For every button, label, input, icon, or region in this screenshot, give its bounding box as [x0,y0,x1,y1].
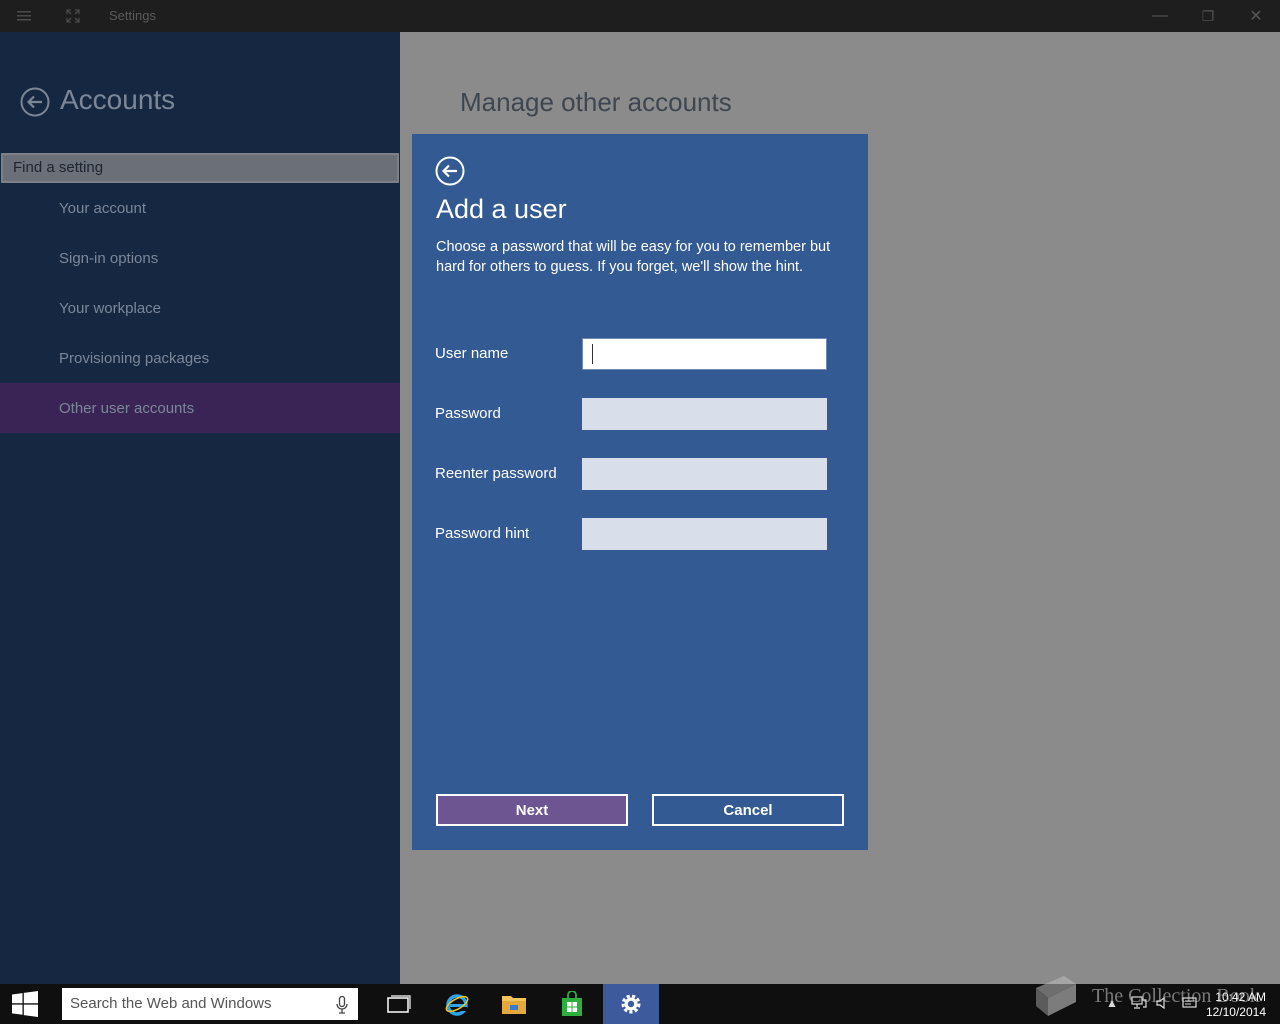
password-label: Password [435,405,501,422]
next-button[interactable]: Next [436,794,628,826]
internet-explorer-button[interactable] [429,984,485,1024]
minimize-button[interactable]: — [1137,0,1183,32]
settings-button[interactable] [603,984,659,1024]
file-explorer-button[interactable] [486,984,542,1024]
fullscreen-icon[interactable] [63,6,83,26]
cancel-button[interactable]: Cancel [652,794,844,826]
start-button[interactable] [0,984,50,1024]
sidebar-item-other-user-accounts[interactable]: Other user accounts [0,383,400,433]
sidebar-item-your-workplace[interactable]: Your workplace [0,283,400,333]
back-arrow-icon[interactable] [20,87,50,117]
taskbar-search-input[interactable]: Search the Web and Windows [62,988,358,1020]
reenter-password-label: Reenter password [435,465,557,482]
sidebar-item-your-account[interactable]: Your account [0,183,400,233]
taskbar-search-placeholder: Search the Web and Windows [70,995,272,1012]
user-name-field[interactable] [582,338,827,370]
store-icon [562,991,582,1016]
folder-icon [502,996,526,1014]
section-title: Manage other accounts [460,87,732,117]
microphone-icon[interactable] [336,996,348,1014]
reenter-password-field[interactable] [582,458,827,490]
dialog-title: Add a user [436,194,567,224]
book-icon [1036,976,1076,1016]
password-hint-label: Password hint [435,525,530,542]
dialog-back-arrow-icon[interactable] [435,156,465,186]
windows-logo-icon [12,991,38,1017]
sidebar-item-sign-in-options[interactable]: Sign-in options [0,233,400,283]
find-setting-input[interactable]: Find a setting [1,153,399,183]
restore-button[interactable]: ❐ [1185,0,1231,32]
internet-explorer-icon [445,994,469,1016]
password-field[interactable] [582,398,827,430]
sidebar-item-provisioning-packages[interactable]: Provisioning packages [0,333,400,383]
close-button[interactable]: ✕ [1233,0,1279,32]
watermark: The Collection Book [1030,974,1260,1018]
window-title: Settings [109,8,156,23]
task-view-icon [387,995,411,1013]
hamburger-menu-icon[interactable] [14,6,34,26]
sidebar: Accounts Find a setting Your account Sig… [0,32,400,984]
task-view-button[interactable] [371,984,427,1024]
title-bar: Settings — ❐ ✕ [0,0,1280,32]
text-caret [592,344,593,364]
gear-icon [621,994,641,1014]
page-title: Accounts [60,84,176,115]
store-button[interactable] [544,984,600,1024]
dialog-description: Choose a password that will be easy for … [436,239,831,275]
password-hint-field[interactable] [582,518,827,550]
watermark-text: The Collection Book [1092,984,1260,1007]
add-user-dialog: Add a user Choose a password that will b… [412,134,868,850]
user-name-label: User name [435,345,509,362]
